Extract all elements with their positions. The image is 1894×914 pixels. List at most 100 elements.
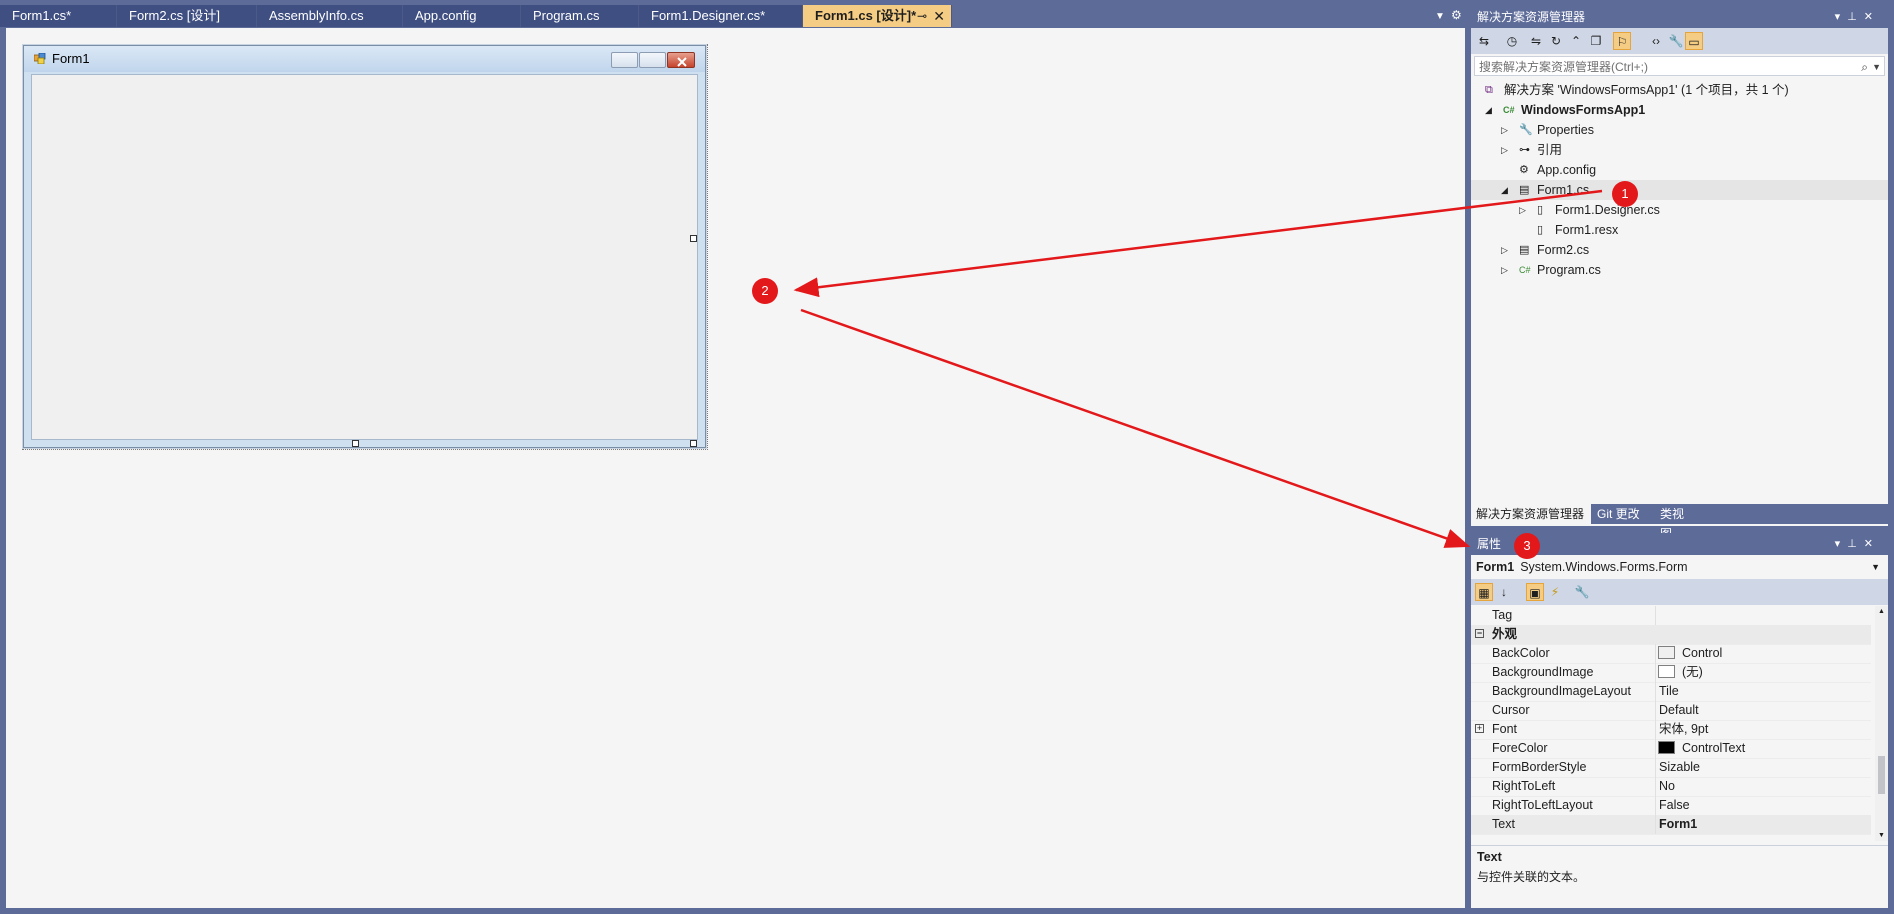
description-title: Text bbox=[1477, 850, 1502, 864]
property-category-appearance[interactable]: − 外观 bbox=[1471, 625, 1871, 645]
scrollbar-thumb[interactable] bbox=[1878, 756, 1885, 794]
minimize-icon[interactable] bbox=[611, 52, 638, 68]
property-row-backgroundimagelayout[interactable]: BackgroundImageLayout Tile bbox=[1471, 682, 1871, 702]
events-lightning-icon[interactable]: ⚡ bbox=[1546, 583, 1564, 601]
form-title-bar: Form1 bbox=[24, 46, 705, 72]
solution-explorer-toolbar: ⇆ ◷ ⇋ ↻ ⌃ ❐ ⚐ ‹› 🔧 ▭ bbox=[1471, 28, 1888, 54]
history-icon[interactable]: ◷ bbox=[1503, 32, 1521, 50]
tab-form2-design[interactable]: Form2.cs [设计] bbox=[117, 5, 257, 27]
object-selector[interactable]: Form1 System.Windows.Forms.Form ▼ bbox=[1471, 556, 1888, 578]
tree-item-form1-designer[interactable]: ▷ ▯ Form1.Designer.cs bbox=[1471, 200, 1888, 220]
expand-arrow-icon[interactable]: ▷ bbox=[1519, 200, 1526, 220]
form-client-area[interactable] bbox=[31, 74, 698, 440]
property-row-text[interactable]: Text Form1 bbox=[1471, 815, 1871, 835]
tab-class-view[interactable]: 类视图 bbox=[1655, 504, 1699, 541]
tab-form1-designer-cs[interactable]: Form1.Designer.cs* bbox=[639, 5, 803, 27]
tree-item-references[interactable]: ▷ ⊶ 引用 bbox=[1471, 140, 1888, 160]
column-divider bbox=[1655, 663, 1656, 682]
tree-item-properties[interactable]: ▷ 🔧 Properties bbox=[1471, 120, 1888, 140]
preview-selected-icon[interactable]: ▭ bbox=[1685, 32, 1703, 50]
scroll-down-icon[interactable]: ▼ bbox=[1878, 832, 1885, 839]
property-row-formborderstyle[interactable]: FormBorderStyle Sizable bbox=[1471, 758, 1871, 778]
resize-handle-bottom[interactable] bbox=[352, 440, 359, 447]
tab-git-changes[interactable]: Git 更改 bbox=[1592, 504, 1654, 524]
chevron-down-icon[interactable]: ▼ bbox=[1871, 556, 1880, 578]
column-divider bbox=[1655, 758, 1656, 777]
expand-arrow-icon[interactable]: ▷ bbox=[1501, 140, 1508, 160]
properties-wrench-icon[interactable]: 🔧 bbox=[1667, 32, 1685, 50]
tab-solution-explorer[interactable]: 解决方案资源管理器 bbox=[1471, 504, 1591, 524]
tree-item-solution[interactable]: ⧉ 解决方案 'WindowsFormsApp1' (1 个项目，共 1 个) bbox=[1471, 80, 1888, 100]
tree-item-program-cs[interactable]: ▷ C# Program.cs bbox=[1471, 260, 1888, 280]
form-icon: ▤ bbox=[1519, 244, 1530, 256]
tree-item-project[interactable]: ◢ C# WindowsFormsApp1 bbox=[1471, 100, 1888, 120]
collapse-category-icon[interactable]: − bbox=[1475, 629, 1484, 638]
close-tab-icon[interactable]: ✕ bbox=[933, 5, 945, 27]
property-pages-wrench-icon[interactable]: 🔧 bbox=[1573, 583, 1591, 601]
solution-explorer-title-bar: 解决方案资源管理器 ▾⊥✕ bbox=[1471, 6, 1888, 28]
gear-icon[interactable]: ⚙ bbox=[1451, 8, 1462, 22]
column-divider bbox=[1655, 682, 1656, 701]
copy-icon[interactable]: ❐ bbox=[1587, 32, 1605, 50]
column-divider bbox=[1655, 606, 1656, 625]
resx-file-icon: ▯ bbox=[1537, 224, 1544, 236]
property-row-righttoleftlayout[interactable]: RightToLeftLayout False bbox=[1471, 796, 1871, 816]
properties-toolbar: ▦ ↓ ▣ ⚡ 🔧 bbox=[1471, 579, 1888, 605]
tab-app-config[interactable]: App.config bbox=[403, 5, 521, 27]
image-swatch bbox=[1658, 665, 1675, 678]
scroll-up-icon[interactable]: ▲ bbox=[1878, 608, 1885, 615]
property-row-backgroundimage[interactable]: BackgroundImage (无) bbox=[1471, 663, 1871, 683]
resize-handle-right[interactable] bbox=[690, 235, 697, 242]
column-divider bbox=[1655, 720, 1656, 739]
designer-surface[interactable]: Form1 bbox=[6, 28, 1465, 908]
property-row-backcolor[interactable]: BackColor Control bbox=[1471, 644, 1871, 664]
tree-item-form1-resx[interactable]: ▯ Form1.resx bbox=[1471, 220, 1888, 240]
expand-arrow-icon[interactable]: ▷ bbox=[1501, 240, 1508, 260]
refresh-icon[interactable]: ↻ bbox=[1547, 32, 1565, 50]
close-x-glyph bbox=[677, 57, 687, 67]
search-icon[interactable]: ⌕ bbox=[1861, 57, 1868, 77]
maximize-icon[interactable] bbox=[639, 52, 666, 68]
solution-search-input[interactable]: 搜索解决方案资源管理器(Ctrl+;) ⌕ ▼ bbox=[1474, 56, 1885, 76]
property-row-tag[interactable]: Tag bbox=[1471, 606, 1871, 626]
tree-item-form2-cs[interactable]: ▷ ▤ Form2.cs bbox=[1471, 240, 1888, 260]
collapse-arrow-icon[interactable]: ◢ bbox=[1485, 100, 1492, 120]
tab-form1-design-active[interactable]: Form1.cs [设计]* ⊸ ✕ bbox=[803, 5, 952, 27]
solution-tree: ⧉ 解决方案 'WindowsFormsApp1' (1 个项目，共 1 个) … bbox=[1471, 80, 1888, 277]
expand-arrow-icon[interactable]: ▷ bbox=[1501, 120, 1508, 140]
tab-overflow-dropdown-icon[interactable]: ▼ bbox=[1435, 11, 1445, 22]
property-row-font[interactable]: + Font 宋体, 9pt bbox=[1471, 720, 1871, 740]
pin-icon[interactable]: ⊸ bbox=[917, 5, 927, 27]
sync-icon[interactable]: ⇋ bbox=[1527, 32, 1545, 50]
tree-item-form1-cs[interactable]: ◢ ▤ Form1.cs bbox=[1471, 180, 1888, 200]
expand-arrow-icon[interactable]: ▷ bbox=[1501, 260, 1508, 280]
tab-program-cs[interactable]: Program.cs bbox=[521, 5, 639, 27]
alphabetical-icon[interactable]: ↓ bbox=[1495, 583, 1513, 601]
annotation-badge-3: 3 bbox=[1514, 533, 1540, 559]
config-file-icon: ⚙ bbox=[1519, 164, 1529, 176]
code-view-icon[interactable]: ‹› bbox=[1647, 32, 1665, 50]
form-design-window[interactable]: Form1 bbox=[23, 45, 706, 448]
property-row-cursor[interactable]: Cursor Default bbox=[1471, 701, 1871, 721]
collapse-arrow-icon[interactable]: ◢ bbox=[1501, 180, 1508, 200]
panel-controls-icon[interactable]: ▾⊥✕ bbox=[1835, 533, 1880, 555]
properties-view-icon[interactable]: ▣ bbox=[1526, 583, 1544, 601]
property-grid-scrollbar[interactable]: ▲ ▼ bbox=[1875, 606, 1888, 841]
search-options-dropdown-icon[interactable]: ▼ bbox=[1872, 57, 1881, 77]
collapse-all-icon[interactable]: ⌃ bbox=[1567, 32, 1585, 50]
resize-handle-corner[interactable] bbox=[690, 440, 697, 447]
tree-item-app-config[interactable]: ⚙ App.config bbox=[1471, 160, 1888, 180]
expand-property-icon[interactable]: + bbox=[1475, 724, 1484, 733]
close-icon[interactable] bbox=[667, 52, 695, 68]
property-row-righttoleft[interactable]: RightToLeft No bbox=[1471, 777, 1871, 797]
switch-views-icon[interactable]: ⇆ bbox=[1475, 32, 1493, 50]
tab-form1-cs[interactable]: Form1.cs* bbox=[0, 5, 117, 27]
pending-changes-filter-icon[interactable]: ⚐ bbox=[1613, 32, 1631, 50]
property-row-forecolor[interactable]: ForeColor ControlText bbox=[1471, 739, 1871, 759]
column-divider bbox=[1655, 701, 1656, 720]
tab-assemblyinfo[interactable]: AssemblyInfo.cs bbox=[257, 5, 403, 27]
panel-controls-icon[interactable]: ▾⊥✕ bbox=[1835, 6, 1880, 28]
annotation-badge-2: 2 bbox=[752, 278, 778, 304]
references-icon: ⊶ bbox=[1519, 144, 1530, 156]
categorized-icon[interactable]: ▦ bbox=[1475, 583, 1493, 601]
